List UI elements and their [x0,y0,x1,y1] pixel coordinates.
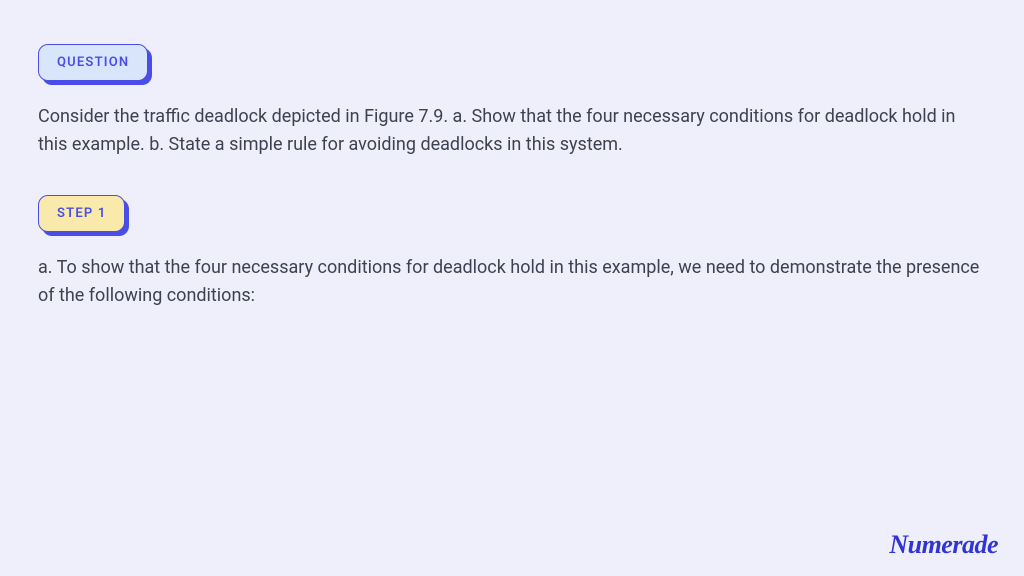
step-badge-label: STEP 1 [38,195,125,232]
step-text: a. To show that the four necessary condi… [38,254,986,310]
content-area: QUESTION Consider the traffic deadlock d… [0,0,1024,310]
brand-logo: Numerade [889,530,998,560]
question-badge-label: QUESTION [38,44,148,81]
question-text: Consider the traffic deadlock depicted i… [38,103,986,159]
question-badge: QUESTION [38,44,148,81]
step-badge: STEP 1 [38,195,125,232]
